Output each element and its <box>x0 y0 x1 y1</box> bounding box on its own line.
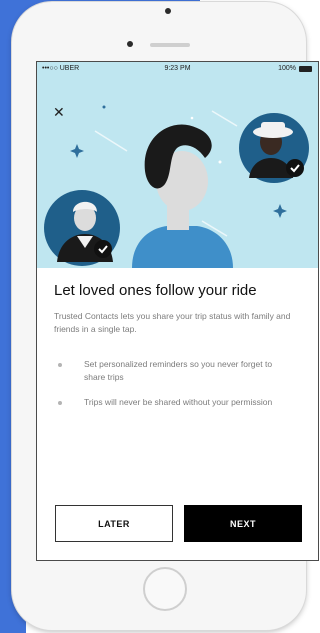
bullet-icon <box>58 401 62 405</box>
next-button[interactable]: NEXT <box>184 505 302 542</box>
sparkle-icon <box>70 144 84 158</box>
sparkle-icon <box>273 204 287 218</box>
illustration-svg <box>44 105 309 268</box>
later-button[interactable]: LATER <box>55 505 173 542</box>
hero-illustration: ✕ <box>37 76 318 268</box>
status-bar: •••○○ UBER 9:23 PM 100% <box>37 62 318 76</box>
status-time: 9:23 PM <box>164 65 191 72</box>
battery-icon <box>299 66 312 72</box>
onboarding-description: Trusted Contacts lets you share your tri… <box>54 311 291 334</box>
close-icon[interactable]: ✕ <box>53 104 65 121</box>
app-screen: •••○○ UBER 9:23 PM 100% ✕ Let loved ones… <box>36 61 319 561</box>
front-camera <box>127 41 133 47</box>
phone-frame: •••○○ UBER 9:23 PM 100% ✕ Let loved ones… <box>12 2 319 630</box>
earpiece <box>150 43 190 47</box>
bullet-text: Set personalized reminders so you never … <box>84 359 273 382</box>
bullet-text: Trips will never be shared without your … <box>84 397 273 407</box>
bullet-icon <box>58 363 62 367</box>
home-button[interactable] <box>143 567 187 611</box>
checkmark-icon <box>94 240 112 258</box>
checkmark-icon <box>286 159 304 177</box>
battery-label: 100% <box>278 65 296 72</box>
speaker-dot <box>165 8 171 14</box>
onboarding-title: Let loved ones follow your ride <box>54 282 257 299</box>
